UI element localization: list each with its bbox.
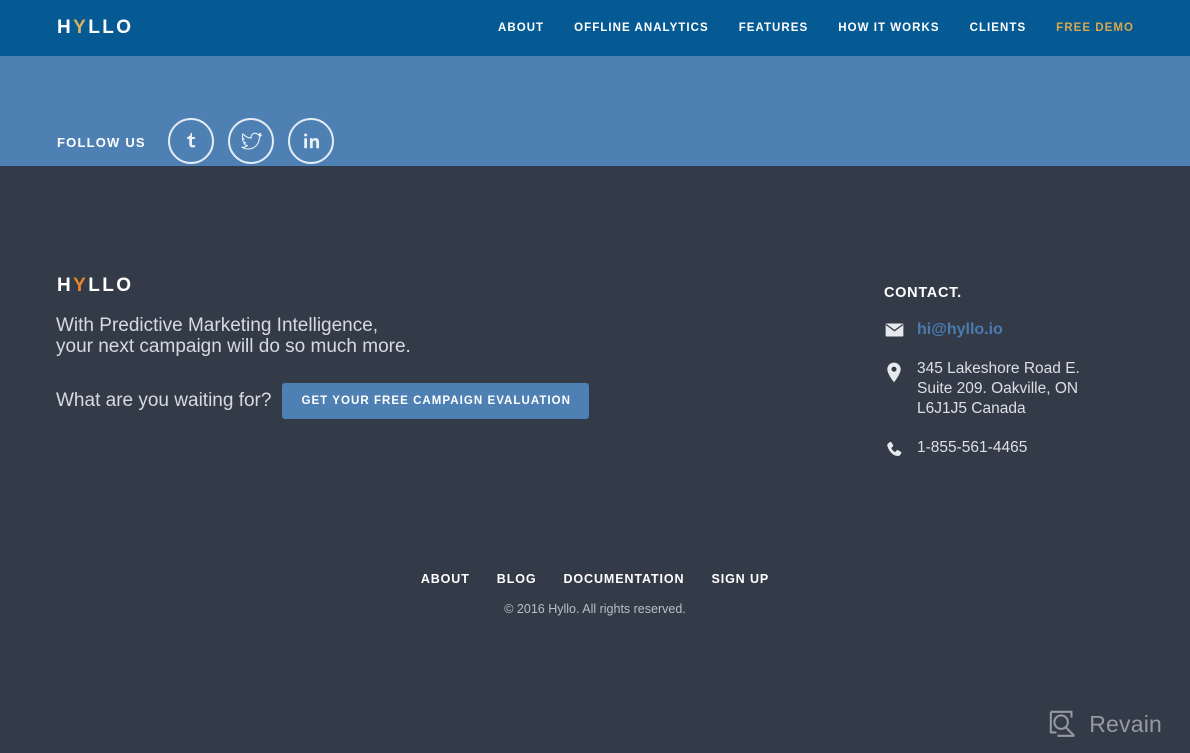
footer-link-blog[interactable]: BLOG bbox=[497, 572, 537, 587]
cta-row: What are you waiting for? GET YOUR FREE … bbox=[56, 383, 590, 419]
main-navigation: ABOUT OFFLINE ANALYTICS FEATURES HOW IT … bbox=[498, 21, 1134, 35]
footer-section: HYLLO With Predictive Marketing Intellig… bbox=[0, 166, 1190, 753]
footer-tagline-line1: With Predictive Marketing Intelligence, bbox=[56, 315, 379, 336]
nav-item-features[interactable]: FEATURES bbox=[739, 21, 809, 35]
footer-link-about[interactable]: ABOUT bbox=[421, 572, 470, 587]
follow-us-band: FOLLOW US bbox=[0, 56, 1190, 166]
header-logo-suffix: LLO bbox=[88, 17, 134, 38]
contact-column: CONTACT. hi@hyllo.io 345 Lakeshore Road … bbox=[884, 284, 1144, 478]
contact-email-row: hi@hyllo.io bbox=[884, 320, 1144, 340]
contact-phone-row: 1-855-561-4465 bbox=[884, 438, 1144, 459]
copyright-text: © 2016 Hyllo. All rights reserved. bbox=[504, 602, 686, 616]
nav-item-about[interactable]: ABOUT bbox=[498, 21, 544, 35]
footer-logo-prefix: H bbox=[57, 275, 74, 296]
nav-item-clients[interactable]: CLIENTS bbox=[970, 21, 1027, 35]
footer-logo[interactable]: HYLLO bbox=[57, 275, 133, 297]
footer-tagline: With Predictive Marketing Intelligence, … bbox=[56, 315, 411, 357]
top-navigation-bar: HYLLO ABOUT OFFLINE ANALYTICS FEATURES H… bbox=[0, 0, 1190, 56]
linkedin-icon bbox=[301, 131, 322, 152]
linkedin-link[interactable] bbox=[288, 118, 334, 164]
footer-bottom-links: ABOUT BLOG DOCUMENTATION SIGN UP bbox=[0, 572, 1190, 587]
twitter-icon bbox=[240, 130, 263, 153]
nav-item-how-it-works[interactable]: HOW IT WORKS bbox=[838, 21, 939, 35]
contact-email-link[interactable]: hi@hyllo.io bbox=[917, 320, 1003, 340]
contact-phone-text: 1-855-561-4465 bbox=[917, 439, 1028, 456]
location-pin-icon bbox=[884, 359, 904, 383]
cta-question-text: What are you waiting for? bbox=[56, 390, 272, 411]
header-logo-accent-letter: Y bbox=[73, 17, 89, 38]
footer-link-sign-up[interactable]: SIGN UP bbox=[711, 572, 769, 587]
header-logo-prefix: H bbox=[57, 17, 74, 38]
contact-heading: CONTACT. bbox=[884, 285, 962, 301]
nav-item-free-demo[interactable]: FREE DEMO bbox=[1056, 21, 1134, 35]
follow-us-label: FOLLOW US bbox=[57, 135, 146, 150]
phone-icon bbox=[884, 438, 904, 459]
footer-logo-suffix: LLO bbox=[88, 275, 134, 296]
nav-item-offline-analytics[interactable]: OFFLINE ANALYTICS bbox=[574, 21, 709, 35]
social-links-row bbox=[168, 118, 334, 164]
twitter-link[interactable] bbox=[228, 118, 274, 164]
tumblr-icon bbox=[180, 130, 202, 152]
envelope-icon bbox=[884, 320, 904, 337]
tumblr-link[interactable] bbox=[168, 118, 214, 164]
contact-address-text: 345 Lakeshore Road E. Suite 209. Oakvill… bbox=[917, 360, 1080, 417]
revain-logo-icon bbox=[1048, 709, 1078, 739]
footer-link-documentation[interactable]: DOCUMENTATION bbox=[564, 572, 685, 587]
header-logo[interactable]: HYLLO bbox=[57, 17, 133, 39]
get-free-campaign-evaluation-button[interactable]: GET YOUR FREE CAMPAIGN EVALUATION bbox=[282, 383, 590, 419]
footer-logo-accent-letter: Y bbox=[73, 275, 89, 296]
page-root: HYLLO ABOUT OFFLINE ANALYTICS FEATURES H… bbox=[0, 0, 1190, 753]
revain-watermark-text: Revain bbox=[1089, 711, 1162, 737]
footer-tagline-line2: your next campaign will do so much more. bbox=[56, 336, 411, 357]
revain-watermark: Revain bbox=[1048, 709, 1162, 739]
contact-address-row: 345 Lakeshore Road E. Suite 209. Oakvill… bbox=[884, 359, 1144, 419]
